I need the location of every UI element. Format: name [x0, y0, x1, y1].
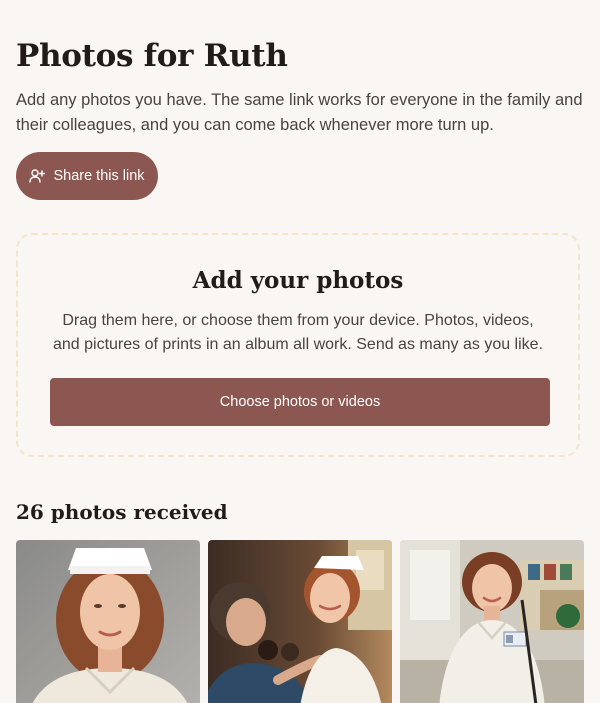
- add-person-icon: [29, 168, 46, 184]
- photo-grid: [16, 540, 584, 703]
- choose-photos-button[interactable]: Choose photos or videos: [50, 378, 550, 426]
- upload-dropzone[interactable]: Add your photos Drag them here, or choos…: [16, 233, 580, 457]
- intro-text: Add any photos you have. The same link w…: [16, 91, 583, 134]
- photos-count-heading: 26 photos received: [16, 500, 228, 524]
- upload-title: Add your photos: [192, 267, 404, 294]
- page-title: Photos for Ruth: [16, 38, 288, 74]
- share-link-button[interactable]: Share this link: [16, 152, 158, 200]
- upload-description: Drag them here, or choose them from your…: [52, 312, 544, 353]
- photo-thumbnail-2[interactable]: [208, 540, 392, 703]
- photo-thumbnail-1[interactable]: [16, 540, 200, 703]
- share-link-label: Share this link: [53, 168, 145, 184]
- photo-thumbnail-3[interactable]: [400, 540, 584, 703]
